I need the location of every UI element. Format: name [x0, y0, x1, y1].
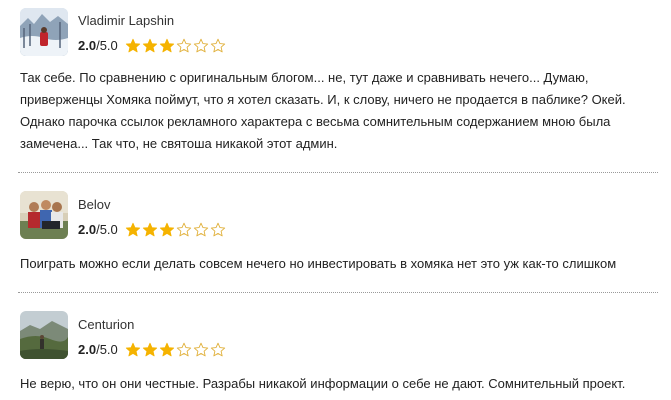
star-filled-icon [142, 222, 157, 237]
rating-row: 2.0/5.0 [78, 341, 227, 359]
star-outline-icon [210, 342, 225, 357]
review-text: Не верю, что он они честные. Разрабы ник… [20, 376, 626, 391]
rating-score: 2.0/5.0 [78, 38, 118, 54]
star-filled-icon [159, 222, 174, 237]
rating-max: /5.0 [96, 342, 118, 357]
avatar-snow-photo [20, 8, 68, 56]
star-outline-icon [176, 222, 191, 237]
rating-value: 2.0 [78, 342, 97, 357]
review-item: Belov 2.0/5.0 Поиграть можно если делать… [0, 175, 671, 290]
review-divider [18, 172, 658, 173]
review-author[interactable]: Vladimir Lapshin [78, 13, 174, 29]
review-author[interactable]: Belov [78, 197, 111, 213]
rating-max: /5.0 [96, 38, 118, 53]
star-filled-icon [125, 222, 140, 237]
star-filled-icon [159, 342, 174, 357]
avatar[interactable] [20, 311, 68, 359]
review-text: Поиграть можно если делать совсем нечего… [20, 256, 617, 271]
star-outline-icon [193, 38, 208, 53]
rating-row: 2.0/5.0 [78, 221, 227, 239]
rating-value: 2.0 [78, 222, 97, 237]
star-outline-icon [193, 222, 208, 237]
star-filled-icon [125, 342, 140, 357]
review-item: Vladimir Lapshin 2.0/5.0 Так себе. По ср… [0, 0, 671, 175]
star-filled-icon [125, 38, 140, 53]
review-author[interactable]: Centurion [78, 317, 134, 333]
star-filled-icon [142, 342, 157, 357]
star-outline-icon [210, 38, 225, 53]
rating-max: /5.0 [96, 222, 118, 237]
star-rating [125, 222, 227, 238]
star-filled-icon [159, 38, 174, 53]
rating-value: 2.0 [78, 38, 97, 53]
star-rating [125, 38, 227, 54]
star-outline-icon [210, 222, 225, 237]
star-rating [125, 342, 227, 358]
star-outline-icon [193, 342, 208, 357]
avatar[interactable] [20, 8, 68, 56]
rating-score: 2.0/5.0 [78, 222, 118, 238]
star-outline-icon [176, 38, 191, 53]
avatar-group-photo [20, 191, 68, 239]
rating-row: 2.0/5.0 [78, 37, 227, 55]
avatar[interactable] [20, 191, 68, 239]
review-item: Centurion 2.0/5.0 Не верю, что он они че… [0, 295, 671, 400]
review-text: Так себе. По сравнению с оригинальным бл… [20, 70, 626, 151]
avatar-landscape-photo [20, 311, 68, 359]
rating-score: 2.0/5.0 [78, 342, 118, 358]
review-divider [18, 292, 658, 293]
star-outline-icon [176, 342, 191, 357]
star-filled-icon [142, 38, 157, 53]
